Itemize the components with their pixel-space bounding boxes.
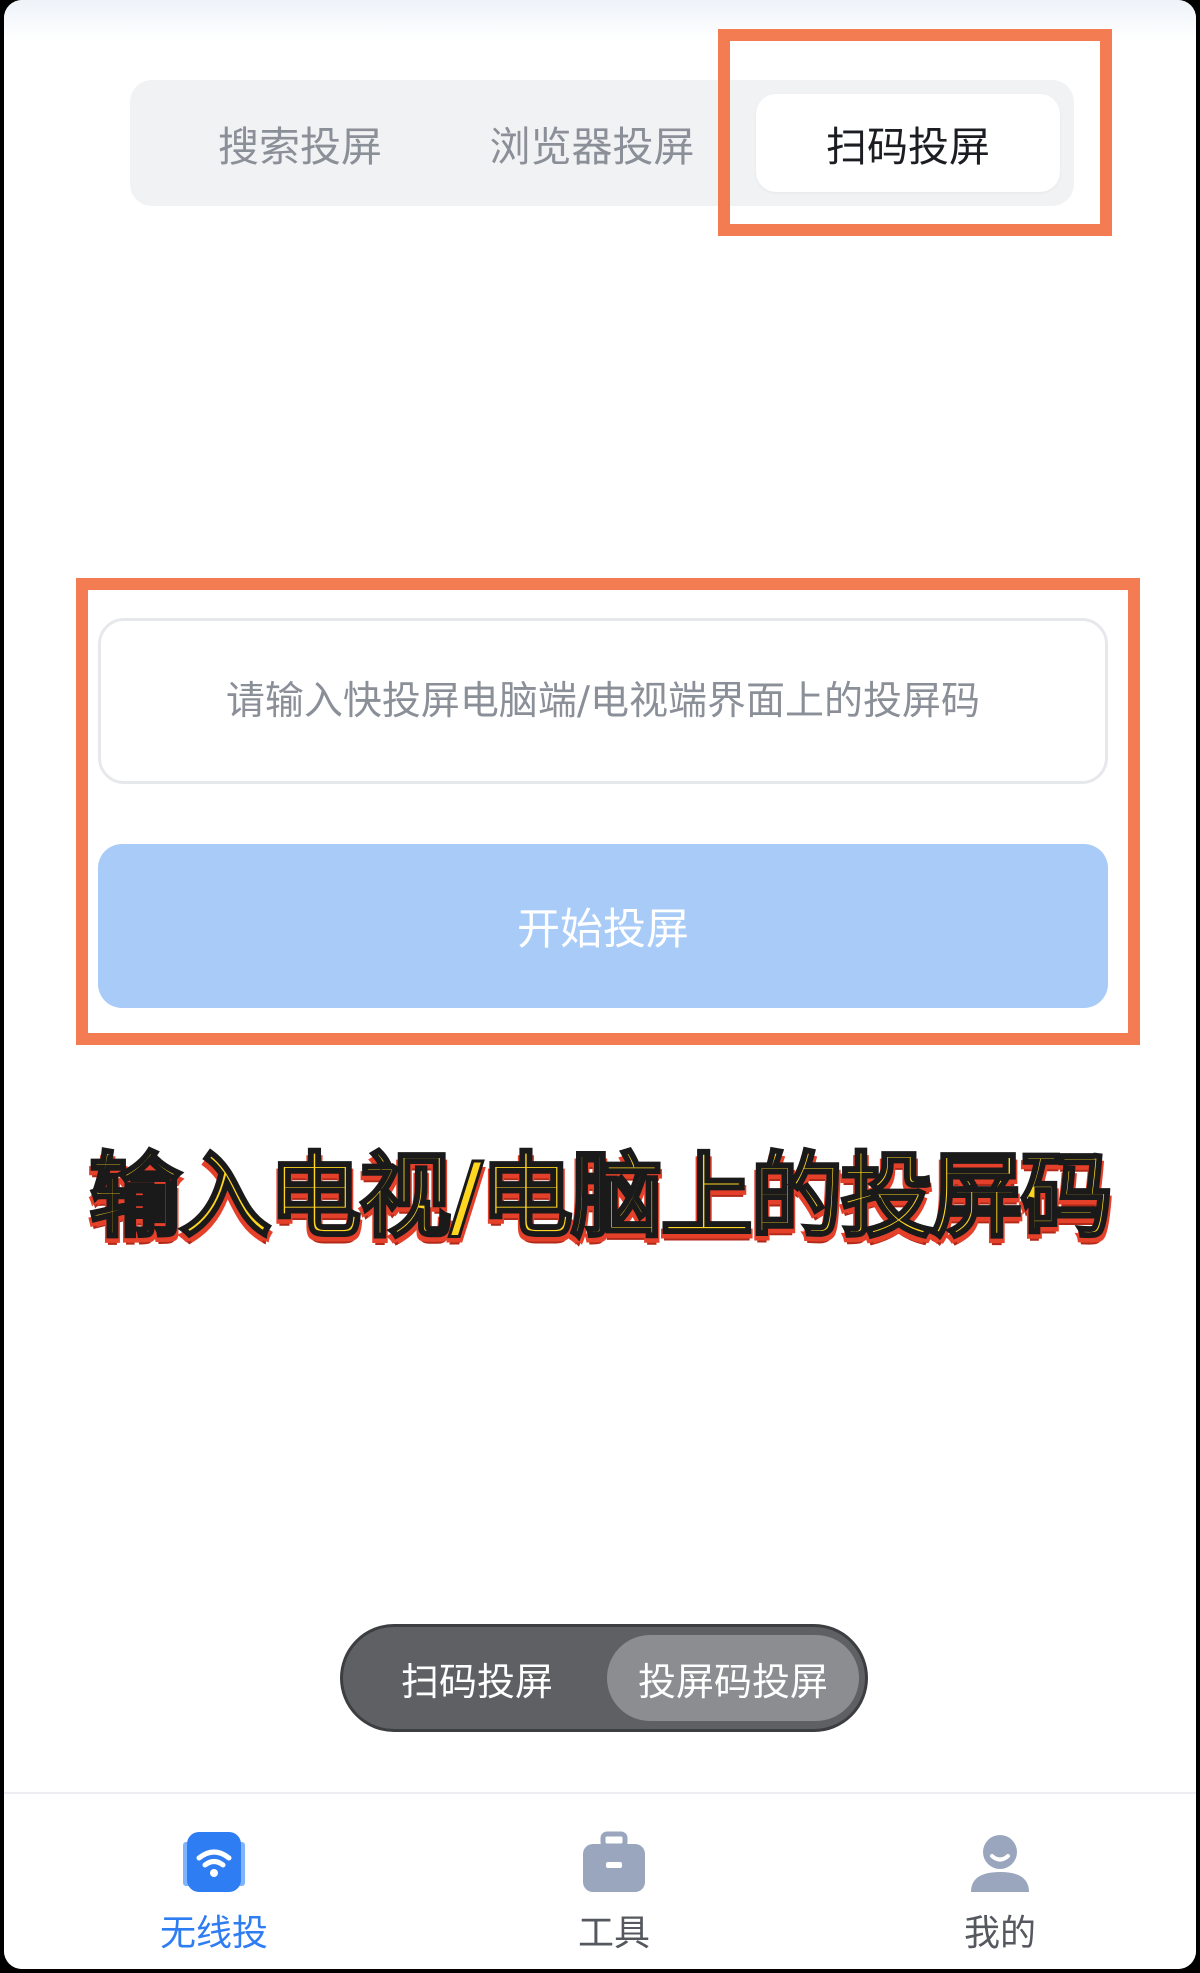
toggle-scan-cast[interactable]: 扫码投屏 — [361, 1635, 593, 1721]
app-screen: 搜索投屏 浏览器投屏 扫码投屏 开始投屏 输入电视/电脑上的投屏码 扫码投屏 投… — [4, 0, 1196, 1969]
tab-search-cast[interactable]: 搜索投屏 — [170, 94, 430, 192]
profile-icon — [971, 1835, 1029, 1892]
nav-label-mine: 我的 — [963, 1913, 1036, 1954]
code-mode-toggle: 扫码投屏 投屏码投屏 — [340, 1624, 868, 1732]
nav-item-tools[interactable]: 工具 — [534, 1828, 694, 1956]
nav-item-mine[interactable]: 我的 — [920, 1828, 1080, 1956]
bottom-nav: 无线投 工具 我的 — [4, 1792, 1196, 1969]
cast-code-input[interactable] — [98, 618, 1108, 784]
instruction-caption: 输入电视/电脑上的投屏码 — [88, 1142, 1115, 1252]
wifi-cast-icon — [183, 1832, 245, 1892]
nav-label-wireless-cast: 无线投 — [159, 1913, 268, 1954]
toggle-code-cast[interactable]: 投屏码投屏 — [607, 1635, 859, 1721]
status-area — [4, 0, 1196, 40]
cast-mode-tabs: 搜索投屏 浏览器投屏 扫码投屏 — [130, 80, 1074, 206]
nav-item-wireless-cast[interactable]: 无线投 — [134, 1828, 294, 1956]
tab-scan-cast[interactable]: 扫码投屏 — [756, 94, 1060, 192]
tab-browser-cast[interactable]: 浏览器投屏 — [442, 94, 742, 192]
toolbox-icon — [583, 1831, 645, 1892]
nav-label-tools: 工具 — [577, 1913, 650, 1954]
start-cast-button[interactable]: 开始投屏 — [98, 844, 1108, 1008]
